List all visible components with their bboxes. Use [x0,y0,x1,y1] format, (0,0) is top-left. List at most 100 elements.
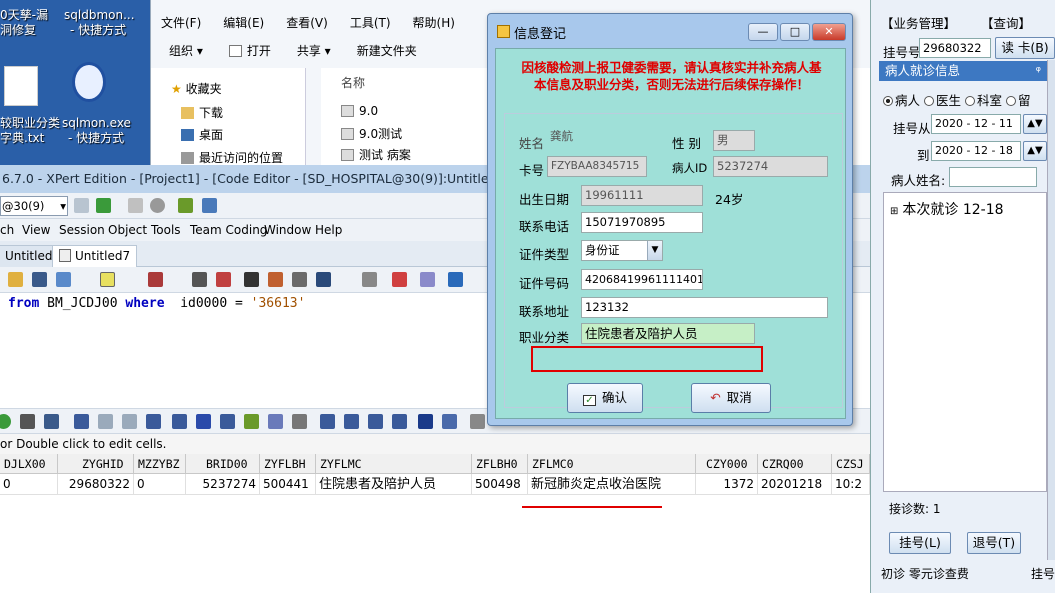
grid-header[interactable]: ZYFLMC [316,454,472,474]
menu-business[interactable]: 【业务管理】 [881,13,956,32]
insert-icon[interactable] [172,414,187,429]
log-on-icon[interactable] [74,198,89,213]
cancel-button[interactable]: ↶ 取消 [691,383,771,413]
grid-header[interactable]: CZRQ00 [758,454,832,474]
export-results-icon[interactable] [470,414,485,429]
menu-session[interactable]: Session [59,219,105,241]
radio-patient[interactable]: 病人 [883,93,920,108]
clear-filter-icon[interactable] [216,272,231,287]
sound-icon[interactable] [362,272,377,287]
nav-recent[interactable]: 最近访问的位置 [181,149,283,166]
radio-department[interactable]: 科室 [965,93,1002,108]
grid-header[interactable]: ZYFLBH [260,454,316,474]
maximize-button[interactable]: □ [780,23,810,41]
register-button[interactable]: 挂号(L) [889,532,951,554]
format-icon[interactable] [100,272,115,287]
occupation-field[interactable]: 住院患者及陪护人员 [581,323,755,344]
open-button[interactable]: 打开 [228,42,271,59]
cert-type-select[interactable]: 身份证 ▼ [581,240,663,261]
patient-id-field[interactable]: 5237274 [713,156,828,177]
last-record-icon[interactable] [146,414,161,429]
pin-icon[interactable]: ᵠ [1036,61,1041,81]
desktop-icon-dict[interactable]: 较职业分类 字典.txt [0,116,60,146]
occupation-sub-field[interactable] [531,346,763,372]
menu-search[interactable]: ch [0,219,14,241]
globe-icon[interactable] [96,198,111,213]
column-name-header[interactable]: 名称 [341,74,365,91]
grid-cell[interactable]: 5237274 [186,474,260,495]
address-field[interactable]: 123132 [581,297,828,318]
menu-view[interactable]: View [22,219,50,241]
table-icon[interactable] [316,272,331,287]
filter-icon[interactable] [192,272,207,287]
grid-header[interactable]: CZSJ [832,454,870,474]
first-icon[interactable] [448,272,463,287]
grid-cell[interactable]: 新冠肺炎定点收治医院 [528,474,696,495]
grid-cell[interactable]: 1372 [696,474,758,495]
phone-field[interactable]: 15071970895 [581,212,703,233]
print-icon[interactable] [392,272,407,287]
card-field[interactable]: FZYBAA8345715 [547,156,647,177]
execute-icon[interactable] [56,272,71,287]
desktop-icon-sqldbmon[interactable]: sqldbmon... - 快捷方式 [64,8,135,38]
grid-header[interactable]: ZYGHID [58,454,134,474]
grid-header[interactable]: ZFLMC0 [528,454,696,474]
to-date-spinner[interactable]: ▲▼ [1023,141,1047,161]
menu-tools[interactable]: 工具(T) [350,14,391,31]
grid-cell[interactable]: 0 [0,474,58,495]
file-item[interactable]: 9.0测试 [341,125,402,142]
grid-cell[interactable]: 住院患者及陪护人员 [316,474,472,495]
grid-cell[interactable]: 500498 [472,474,528,495]
nd-icon[interactable] [392,414,407,429]
pause-icon[interactable] [128,198,143,213]
birth-field[interactable]: 19961111 [581,185,703,206]
menu-object[interactable]: Object [108,219,147,241]
from-date-input[interactable]: 2020 - 12 - 11 [931,114,1021,134]
menu-window[interactable]: Window [264,219,311,241]
radio-doctor[interactable]: 医生 [924,93,961,108]
calendar-icon[interactable] [292,272,307,287]
export-icon[interactable] [268,272,283,287]
to-date-input[interactable]: 2020 - 12 - 18 [931,141,1021,161]
confirm-button[interactable]: ✓ 确认 [567,383,643,413]
next-record-icon[interactable] [122,414,137,429]
compare-icon[interactable] [442,414,457,429]
post-icon[interactable] [244,414,259,429]
menu-file[interactable]: 文件(F) [161,14,201,31]
save-icon[interactable] [44,414,59,429]
grid-header[interactable]: CZY000 [696,454,758,474]
grid-cell[interactable]: 20201218 [758,474,832,495]
print-icon[interactable] [20,414,35,429]
grid-header[interactable]: BRID00 [186,454,260,474]
tree-item-current-visit[interactable]: ⊞ 本次就诊 12-18 [890,199,1004,219]
menu-tools[interactable]: Tools [151,219,181,241]
grid-cell[interactable]: 500441 [260,474,316,495]
nav-desktop[interactable]: 桌面 [181,126,223,143]
connection-select[interactable]: @30(9) ▾ [0,196,68,216]
new-folder-button[interactable]: 新建文件夹 [357,42,417,59]
clear-icon[interactable] [268,414,283,429]
desktop-icon-patch[interactable]: 0天孳-漏 洞修复 [0,8,48,38]
menu-edit[interactable]: 编辑(E) [223,14,264,31]
refresh-icon[interactable] [0,414,11,429]
delete-icon[interactable] [220,414,235,429]
grid-header[interactable]: ZFLBH0 [472,454,528,474]
grid-header[interactable]: DJLX00 [0,454,58,474]
query-icon[interactable] [292,414,307,429]
first-record-icon[interactable] [74,414,89,429]
nav-downloads[interactable]: 下载 [181,104,223,121]
close-button[interactable]: ✕ [812,23,846,41]
file-item[interactable]: 测试 病案 [341,146,411,163]
menu-help[interactable]: Help [315,219,342,241]
grid-cell[interactable]: 0 [134,474,186,495]
menu-query[interactable]: 【查询】 [981,13,1031,32]
commit-icon[interactable] [178,198,193,213]
stop-icon[interactable] [150,198,165,213]
share-button[interactable]: 共享 ▾ [297,42,331,59]
grid-cell[interactable]: 10:2 [832,474,870,495]
grid-header[interactable]: MZZYBZ [134,454,186,474]
save-icon[interactable] [32,272,47,287]
file-item[interactable]: 9.0 [341,104,378,118]
bookmark-icon[interactable] [420,272,435,287]
sex-field[interactable]: 男 [713,130,755,151]
